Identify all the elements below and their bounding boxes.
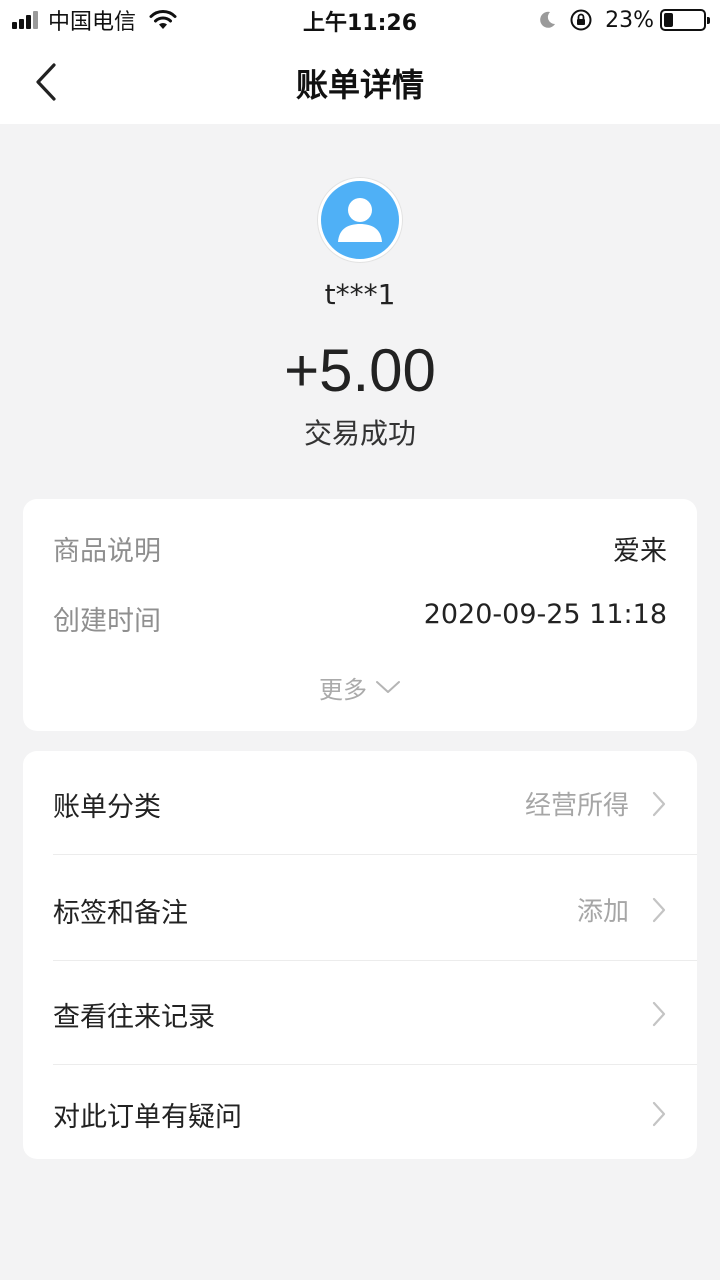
action-value: 添加 [576, 897, 629, 927]
user-avatar-icon [338, 198, 382, 242]
action-label: 账单分类 [53, 792, 161, 823]
detail-label: 商品说明 [53, 536, 161, 567]
action-row-order-question[interactable]: 对此订单有疑问 [23, 1061, 697, 1165]
action-row-tags-notes[interactable]: 标签和备注 添加 [23, 857, 697, 961]
action-label: 标签和备注 [53, 898, 188, 929]
transaction-amount: +5.00 [284, 337, 436, 404]
chevron-right-icon [652, 1101, 666, 1127]
counterpart-name: t***1 [324, 278, 396, 311]
detail-value: 爱来 [613, 536, 667, 567]
chevron-right-icon [652, 791, 666, 817]
action-value: 经营所得 [524, 791, 629, 821]
more-label: 更多 [319, 675, 367, 704]
transaction-status: 交易成功 [303, 417, 416, 450]
battery-level [664, 13, 673, 27]
detail-row-description: 商品说明 爱来 [53, 529, 667, 569]
detail-label: 创建时间 [53, 606, 161, 637]
battery-percent: 23% [605, 7, 654, 33]
actions-card: 账单分类 经营所得 标签和备注 添加 查看往来记录 对此订单有疑问 [23, 751, 697, 1159]
divider [53, 854, 697, 855]
chevron-right-icon [652, 897, 666, 923]
detail-value: 2020-09-25 11:18 [423, 599, 667, 630]
battery-icon [660, 9, 710, 31]
action-row-transaction-history[interactable]: 查看往来记录 [23, 961, 697, 1065]
action-label: 查看往来记录 [53, 1002, 215, 1033]
avatar[interactable] [318, 178, 402, 262]
status-bar: 中国电信 上午11:26 23% [0, 0, 720, 40]
action-row-bill-category[interactable]: 账单分类 经营所得 [23, 751, 697, 855]
rotation-lock-icon [570, 9, 592, 31]
chevron-down-icon [376, 681, 400, 693]
page-title: 账单详情 [295, 66, 424, 104]
details-card: 商品说明 爱来 创建时间 2020-09-25 11:18 更多 [23, 499, 697, 731]
bill-detail-screen: 中国电信 上午11:26 23% 账单详情 t***1 +5.00 交易成功 商… [0, 0, 720, 1280]
chevron-right-icon [652, 1001, 666, 1027]
status-right: 23% [537, 6, 710, 34]
detail-row-created-time: 创建时间 2020-09-25 11:18 [53, 599, 667, 639]
more-button[interactable]: 更多 [23, 671, 697, 704]
action-label: 对此订单有疑问 [53, 1102, 242, 1133]
navigation-bar: 账单详情 [0, 40, 720, 124]
moon-icon [540, 11, 556, 28]
